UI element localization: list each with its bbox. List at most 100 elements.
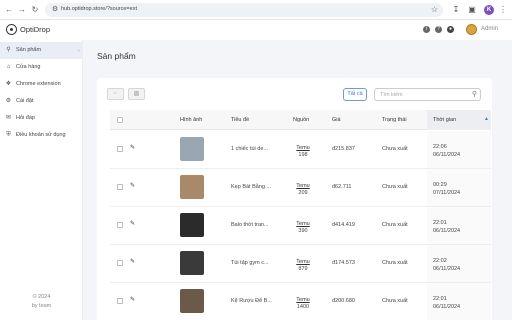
extensions-icon[interactable]: ▣ [467, 5, 477, 15]
sidebar-item-label: Cửa hàng [16, 64, 41, 70]
edit-icon[interactable]: ✎ [130, 221, 137, 228]
product-status: Chưa xuất [382, 184, 408, 190]
gear-icon: ⚙ [5, 98, 12, 104]
source-cell: Temu 1400 [292, 297, 314, 310]
product-thumbnail [180, 175, 204, 199]
row-checkbox[interactable] [117, 298, 123, 304]
product-price: đ174.573 [332, 260, 355, 266]
row-checkbox[interactable] [117, 184, 123, 190]
header-title: Tiêu đề [231, 117, 250, 123]
header-time: Thời gian [433, 117, 457, 123]
download-icon[interactable]: ↧ [451, 5, 461, 15]
trash-icon: ▩ [133, 91, 140, 97]
source-id: 209 [298, 190, 308, 196]
table-header: Thời gian ▲ Hình ảnh Tiêu đề Nguồn Giá T… [110, 110, 491, 130]
forward-icon[interactable]: → [17, 5, 27, 15]
page-title: Sản phẩm [97, 51, 136, 61]
source-link[interactable]: Temu [292, 183, 314, 189]
footer-credit: by team [31, 303, 52, 309]
time-value: 22:01 [433, 220, 447, 226]
table-row[interactable]: ✎ Túi tập gym c... Temu 879 đ174.573 Chư… [110, 245, 491, 283]
product-title[interactable]: Kệ Rượu Để B... [231, 298, 272, 304]
source-link[interactable]: Temu [292, 221, 314, 227]
sidebar-item-faq[interactable]: ✉ Hỏi đáp [0, 110, 83, 127]
product-status: Chưa xuất [382, 298, 408, 304]
product-time: 22:01 06/11/2024 [433, 295, 460, 311]
row-checkbox[interactable] [117, 222, 123, 228]
product-title[interactable]: Kẹp Bát Bằng ... [231, 184, 271, 190]
header-price: Giá [332, 117, 341, 123]
header-time-column[interactable]: Thời gian ▲ [427, 110, 491, 130]
product-status: Chưa xuất [382, 222, 408, 228]
back-icon[interactable]: ← [4, 5, 14, 15]
sidebar-item-terms[interactable]: ⛨ Điều khoản sử dụng [0, 127, 83, 144]
avatar[interactable] [466, 24, 477, 35]
product-title[interactable]: 1 chiếc túi de... [231, 146, 268, 152]
product-thumbnail [180, 251, 204, 275]
logo-icon [6, 24, 17, 35]
row-checkbox[interactable] [117, 146, 123, 152]
url-text: hub.optidrop.store/?source=ext [61, 6, 137, 12]
source-id: 390 [298, 228, 308, 234]
sort-asc-icon[interactable]: ▲ [484, 116, 489, 122]
table-row[interactable]: ✎ Kẹp Bát Bằng ... Temu 209 đ62.711 Chưa… [110, 169, 491, 207]
edit-icon[interactable]: ✎ [130, 297, 137, 304]
site-info-icon[interactable]: ⚙ [50, 5, 60, 15]
table-row[interactable]: ✎ Balo thời tran... Temu 390 đ414.419 Ch… [110, 207, 491, 245]
delete-button[interactable]: ▩ [128, 88, 145, 100]
help-icon[interactable]: ? [435, 26, 442, 33]
edit-icon[interactable]: ✎ [130, 183, 137, 190]
sidebar-item-label: Cài đặt [16, 98, 34, 104]
profile-avatar[interactable]: K [484, 5, 494, 15]
github-icon[interactable]: ● [447, 26, 454, 33]
product-time: 22:01 06/11/2024 [433, 219, 460, 235]
product-status: Chưa xuất [382, 260, 408, 266]
edit-icon[interactable]: ✎ [130, 145, 137, 152]
reload-icon[interactable]: ↻ [30, 5, 40, 15]
collapse-sidebar-icon[interactable]: ‹ [78, 48, 80, 54]
info-icon[interactable]: i [423, 26, 430, 33]
date-value: 06/11/2024 [433, 304, 461, 310]
sidebar-item-settings[interactable]: ⚙ Cài đặt [0, 93, 83, 110]
sidebar: ⚲ Sản phẩm ⌂ Cửa hàng ❖ Chrome extension… [0, 40, 83, 320]
sidebar-item-stores[interactable]: ⌂ Cửa hàng [0, 59, 83, 76]
source-id: 198 [298, 152, 308, 158]
product-status: Chưa xuất [382, 146, 408, 152]
source-cell: Temu 198 [292, 145, 314, 158]
shield-icon: ⛨ [6, 132, 11, 138]
filter-all-button[interactable]: Tất cả [343, 88, 367, 101]
product-title[interactable]: Balo thời tran... [231, 222, 269, 228]
sidebar-item-products[interactable]: ⚲ Sản phẩm [0, 42, 83, 59]
file-icon: ▫ [114, 91, 117, 97]
time-value: 22:02 [433, 258, 447, 264]
products-card: ▫ ▩ Tất cả Tìm kiếm ⚲ Thời gian ▲ Hình ả… [97, 78, 492, 320]
user-name[interactable]: Admin [481, 26, 498, 32]
app-name: OptiDrop [20, 25, 51, 34]
source-link[interactable]: Temu [292, 145, 314, 151]
export-button[interactable]: ▫ [107, 88, 124, 100]
source-link[interactable]: Temu [292, 297, 314, 303]
sidebar-item-chrome-extension[interactable]: ❖ Chrome extension [0, 76, 83, 93]
product-thumbnail [180, 213, 204, 237]
product-time: 22:06 06/11/2024 [433, 143, 460, 159]
table-row[interactable]: ✎ 1 chiếc túi de... Temu 198 đ215.837 Ch… [110, 131, 491, 169]
search-placeholder: Tìm kiếm [380, 92, 403, 98]
select-all-checkbox[interactable] [117, 117, 123, 123]
product-price: đ414.419 [332, 222, 355, 228]
product-price: đ215.837 [332, 146, 355, 152]
table-row[interactable]: ✎ Kệ Rượu Để B... Temu 1400 đ200.680 Chư… [110, 283, 491, 320]
search-input[interactable]: Tìm kiếm ⚲ [374, 88, 481, 101]
sidebar-item-label: Hỏi đáp [16, 115, 35, 121]
browser-menu-icon[interactable]: ⋮ [498, 5, 508, 15]
header-status: Trạng thái [382, 117, 407, 123]
search-icon[interactable]: ⚲ [472, 90, 477, 100]
product-title[interactable]: Túi tập gym c... [231, 260, 269, 266]
row-checkbox[interactable] [117, 260, 123, 266]
bookmark-star-icon[interactable]: ☆ [431, 5, 438, 15]
source-link[interactable]: Temu [292, 259, 314, 265]
date-value: 06/11/2024 [433, 228, 461, 234]
date-value: 06/11/2024 [433, 152, 461, 158]
footer-copyright: © 2024 [32, 294, 51, 300]
address-bar[interactable]: ⚙ hub.optidrop.store/?source=ext ☆ [45, 3, 443, 17]
edit-icon[interactable]: ✎ [130, 259, 137, 266]
